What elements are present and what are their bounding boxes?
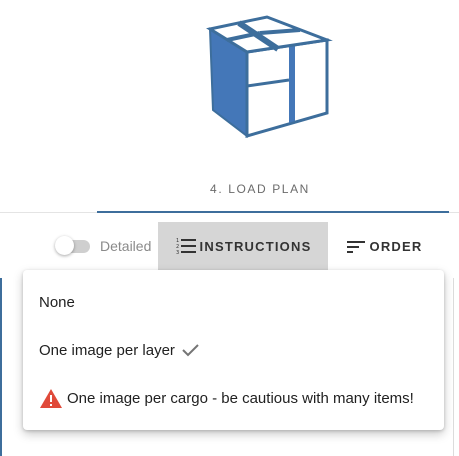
active-tab-indicator — [97, 211, 449, 213]
menu-item-none[interactable]: None — [23, 278, 444, 326]
toggle-thumb — [55, 236, 74, 255]
menu-item-label: One image per layer — [39, 341, 175, 359]
menu-item-label: One image per cargo - be cautious with m… — [67, 389, 414, 407]
svg-text:3: 3 — [176, 250, 179, 255]
menu-item-label: None — [39, 293, 75, 311]
menu-item-image-per-layer[interactable]: One image per layer — [23, 326, 444, 374]
menu-item-image-per-cargo[interactable]: One image per cargo - be cautious with m… — [23, 374, 444, 422]
detailed-toggle[interactable] — [55, 236, 91, 256]
order-label: ORDER — [369, 238, 423, 254]
instructions-menu: None One image per layer One image per c… — [23, 270, 444, 430]
check-icon — [181, 342, 201, 358]
load-plan-page: 4. LOAD PLAN Detailed 1 2 3 INSTRUCTIONS — [0, 0, 459, 456]
instructions-button[interactable]: 1 2 3 INSTRUCTIONS — [158, 222, 328, 270]
numbered-list-icon: 1 2 3 — [175, 237, 197, 256]
content-left-border — [0, 278, 2, 456]
sort-icon — [345, 237, 367, 255]
instructions-label: INSTRUCTIONS — [199, 238, 312, 254]
order-button[interactable]: ORDER — [336, 222, 431, 270]
warning-icon — [39, 388, 63, 409]
tab-load-plan[interactable]: 4. LOAD PLAN — [160, 182, 360, 196]
content-right-border — [453, 278, 454, 456]
detailed-label: Detailed — [100, 238, 152, 254]
view-toolbar: Detailed 1 2 3 INSTRUCTIONS ORDER — [0, 222, 459, 270]
load-plan-cube-icon — [205, 14, 335, 139]
